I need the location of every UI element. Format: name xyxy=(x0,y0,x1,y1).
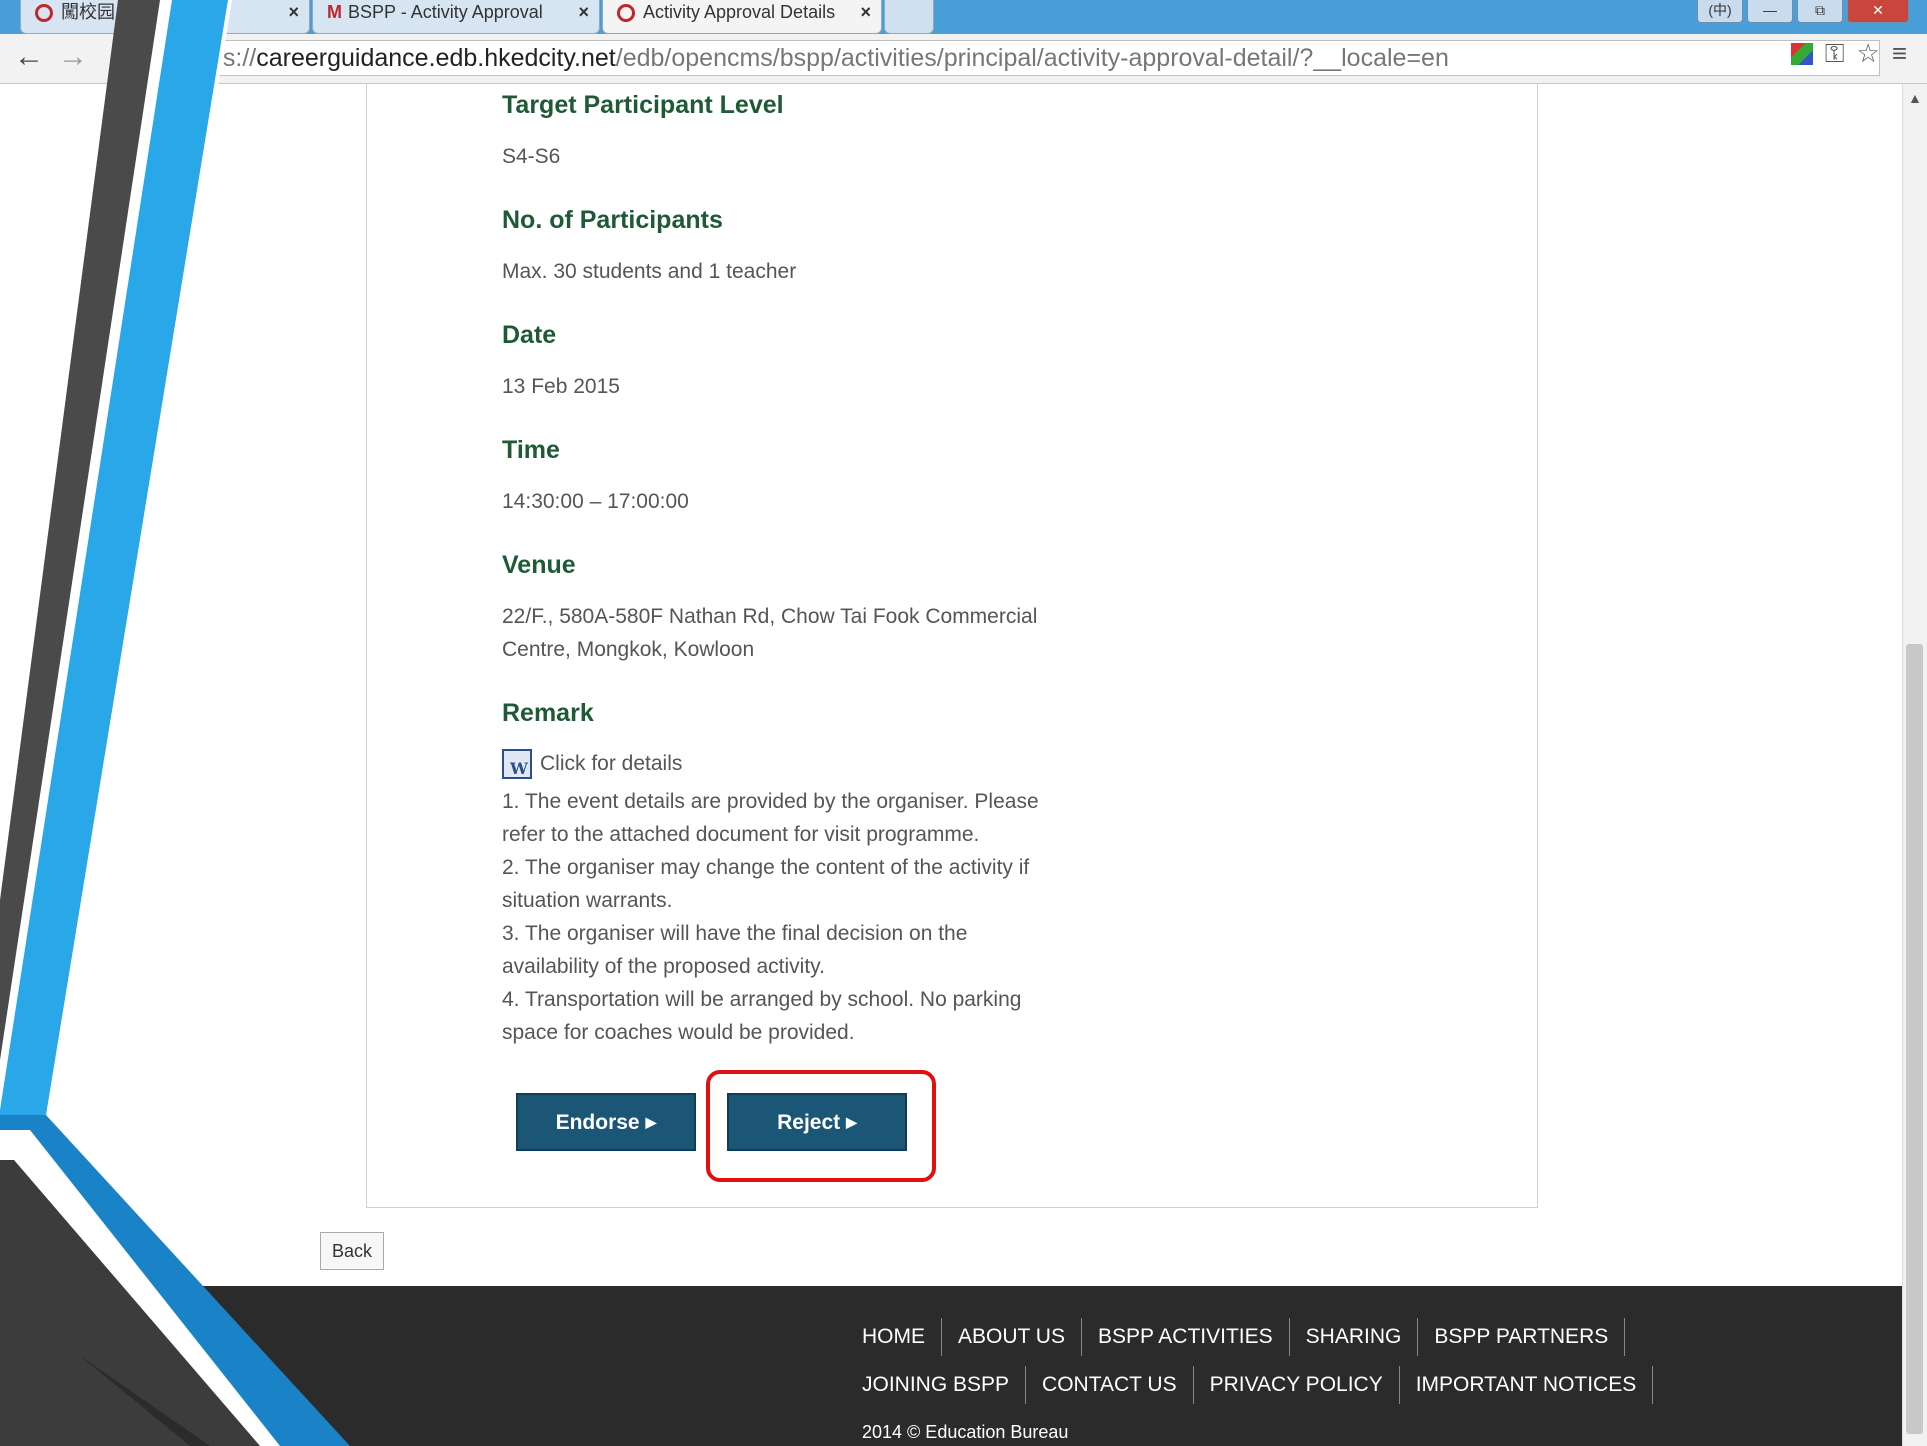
extension-icon[interactable] xyxy=(1790,43,1813,65)
back-arrow-icon[interactable]: ← xyxy=(14,42,44,72)
browser-tab-bar: 闖校园... × M BSPP - Activity Approval × Act… xyxy=(0,0,1927,34)
remark-label: Remark xyxy=(502,699,594,727)
footer-link-privacy-policy[interactable]: PRIVACY POLICY xyxy=(1192,1366,1399,1404)
venue-label: Venue xyxy=(502,551,576,579)
endorse-button[interactable]: Endorse ▶ xyxy=(516,1093,696,1151)
site-favicon-icon xyxy=(617,4,635,23)
minimize-button[interactable]: — xyxy=(1747,0,1793,23)
footer-nav-row2: JOINING BSPP CONTACT US PRIVACY POLICY I… xyxy=(862,1366,1654,1404)
venue-value-line1: 22/F., 580A-580F Nathan Rd, Chow Tai Foo… xyxy=(502,605,1038,628)
time-label: Time xyxy=(502,436,560,464)
footer-link-bspp-activities[interactable]: BSPP ACTIVITIES xyxy=(1080,1318,1289,1356)
date-label: Date xyxy=(502,321,557,349)
url-input[interactable]: ps://careerguidance.edb.hkedcity.net/edb… xyxy=(160,40,1880,76)
window-controls: (中) — ⧉ ✕ xyxy=(1697,0,1909,24)
close-tab-icon[interactable]: × xyxy=(860,0,871,24)
url-text: ps://careerguidance.edb.hkedcity.net/edb… xyxy=(209,44,1449,72)
remark-line: space for coaches would be provided. xyxy=(502,1021,855,1044)
participants-value: Max. 30 students and 1 teacher xyxy=(502,260,797,283)
gmail-icon: M xyxy=(327,2,342,22)
site-favicon-icon xyxy=(35,4,53,23)
deco-blue-stripe xyxy=(0,0,228,1115)
remark-line: 4. Transportation will be arranged by sc… xyxy=(502,988,1022,1011)
ime-indicator[interactable]: (中) xyxy=(1697,0,1743,23)
vertical-scrollbar[interactable]: ▲ xyxy=(1902,84,1927,1446)
close-tab-icon[interactable]: × xyxy=(578,0,589,24)
close-window-button[interactable]: ✕ xyxy=(1847,0,1909,23)
play-arrow-icon: ▶ xyxy=(645,1114,657,1130)
bookmark-star-icon[interactable]: ☆ xyxy=(1857,38,1880,70)
footer-link-sharing[interactable]: SHARING xyxy=(1288,1318,1418,1356)
scrollbar-thumb[interactable] xyxy=(1906,644,1923,1434)
remark-document-link[interactable]: Click for details xyxy=(502,747,682,785)
copyright-text: 2014 © Education Bureau xyxy=(862,1422,1069,1442)
address-bar: ← → ps://careerguidance.edb.hkedcity.net… xyxy=(0,34,1927,84)
scroll-up-arrow-icon[interactable]: ▲ xyxy=(1908,90,1922,106)
date-value: 13 Feb 2015 xyxy=(502,375,620,398)
key-icon[interactable]: ⚿ xyxy=(1825,38,1845,70)
site-footer: HOME ABOUT US BSPP ACTIVITIES SHARING BS… xyxy=(0,1286,1902,1446)
participants-label: No. of Participants xyxy=(502,206,723,234)
footer-link-bspp-partners[interactable]: BSPP PARTNERS xyxy=(1417,1318,1626,1356)
forward-arrow-icon[interactable]: → xyxy=(58,42,88,72)
venue-value-line2: Centre, Mongkok, Kowloon xyxy=(502,638,755,661)
deco-white-stripe xyxy=(0,0,232,1120)
remark-line: 1. The event details are provided by the… xyxy=(502,790,1039,813)
footer-link-about-us[interactable]: ABOUT US xyxy=(941,1318,1081,1356)
browser-tab[interactable]: 闖校园... × xyxy=(20,0,310,34)
menu-icon[interactable]: ≡ xyxy=(1892,38,1907,70)
time-value: 14:30:00 – 17:00:00 xyxy=(502,490,689,513)
remark-line: 3. The organiser will have the final dec… xyxy=(502,922,968,945)
remark-line: 2. The organiser may change the content … xyxy=(502,856,1030,879)
word-document-icon[interactable] xyxy=(502,749,532,785)
toolbar-icons: ⚿ ☆ ≡ xyxy=(1790,38,1907,70)
footer-link-important-notices[interactable]: IMPORTANT NOTICES xyxy=(1398,1366,1654,1404)
restore-button[interactable]: ⧉ xyxy=(1797,0,1843,23)
close-tab-icon[interactable]: × xyxy=(288,0,299,24)
footer-link-home[interactable]: HOME xyxy=(862,1318,941,1356)
new-tab-button[interactable] xyxy=(884,0,934,34)
remark-line: availability of the proposed activity. xyxy=(502,955,825,978)
footer-link-joining-bspp[interactable]: JOINING BSPP xyxy=(862,1366,1025,1404)
target-level-label: Target Participant Level xyxy=(502,91,784,119)
remark-line: refer to the attached document for visit… xyxy=(502,823,980,846)
remark-line: situation warrants. xyxy=(502,889,673,912)
deco-gray-stripe xyxy=(0,0,176,1110)
footer-nav-row1: HOME ABOUT US BSPP ACTIVITIES SHARING BS… xyxy=(862,1318,1626,1356)
browser-tab[interactable]: M BSPP - Activity Approval × xyxy=(312,0,600,34)
back-button[interactable]: Back xyxy=(320,1232,384,1270)
footer-link-contact-us[interactable]: CONTACT US xyxy=(1025,1366,1193,1404)
browser-tab-active[interactable]: Activity Approval Details × xyxy=(602,0,882,34)
target-level-value: S4-S6 xyxy=(502,145,561,168)
reject-highlight-annotation xyxy=(706,1070,936,1182)
